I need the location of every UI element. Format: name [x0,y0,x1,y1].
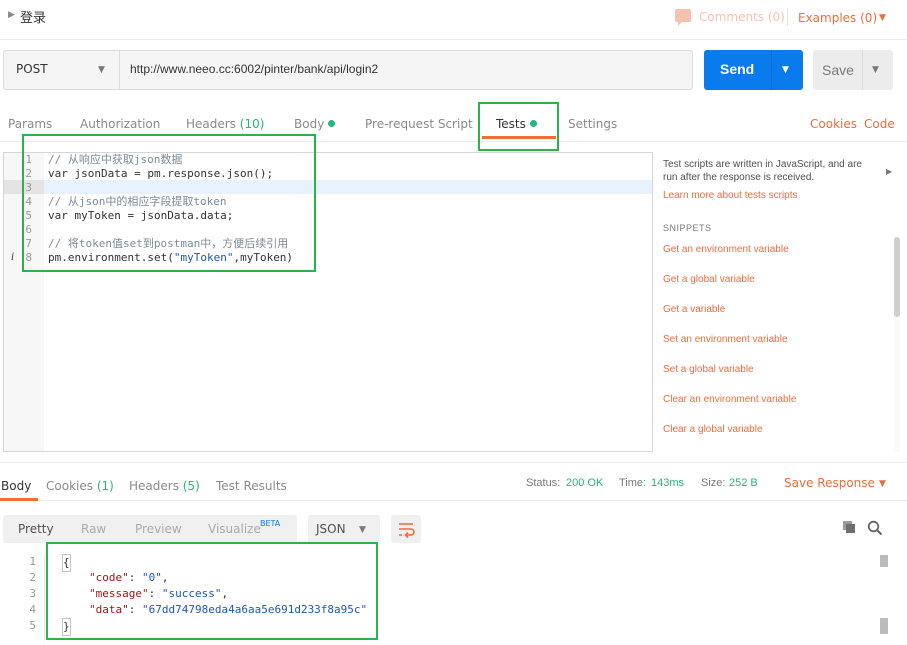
snippet-item[interactable]: Set an environment variable [663,334,788,345]
code-link[interactable]: Code [864,117,895,131]
annotation-box-response [46,542,378,640]
snippet-item[interactable]: Clear a global variable [663,424,763,435]
annotation-box-tests-tab [478,102,559,151]
view-pretty-button[interactable]: Pretty [18,522,54,536]
snippets-scrollbar-thumb[interactable] [894,237,900,317]
snippets-description: Test scripts are written in JavaScript, … [663,159,862,183]
save-button-divider [862,50,863,90]
save-options-icon[interactable]: ▼ [872,65,879,75]
learn-more-link[interactable]: Learn more about tests scripts [663,190,798,201]
tab-headers[interactable]: Headers (10) [186,117,264,131]
response-scrollbar-down[interactable] [880,618,888,634]
tab-body[interactable]: Body [294,117,324,131]
collapse-panel-icon[interactable]: ▶ [886,167,892,176]
snippet-item[interactable]: Get an environment variable [663,244,789,255]
header-divider [787,8,788,26]
method-value: POST [16,62,48,76]
tab-authorization[interactable]: Authorization [80,117,160,131]
chevron-down-icon: ▼ [98,65,105,75]
response-tab-body[interactable]: Body [1,479,31,493]
send-button-label: Send [720,61,755,77]
response-tabs-border [0,500,907,501]
chevron-down-icon[interactable]: ▼ [879,13,886,23]
search-icon[interactable] [867,520,883,536]
status-label: Status: [526,477,561,489]
send-options-icon[interactable]: ▼ [782,65,789,75]
snippets-heading: SNIPPETS [663,223,712,233]
tab-params[interactable]: Params [8,117,52,131]
send-button-divider [771,50,772,90]
status-value[interactable]: 200 OK [566,477,603,489]
beta-badge: BETA [260,519,281,528]
line-number: 4 [29,603,36,616]
save-button-label: Save [822,62,854,78]
view-visualize-button[interactable]: Visualize [208,522,261,536]
format-value: JSON [316,522,346,536]
time-label: Time: [619,477,647,489]
request-title[interactable]: 登录 [20,7,46,26]
body-indicator-dot [328,120,335,127]
copy-icon[interactable] [842,520,856,534]
examples-dropdown[interactable]: Examples (0) [798,11,877,25]
chevron-down-icon[interactable]: ▼ [879,479,886,489]
line-number: 3 [29,587,36,600]
url-value: http://www.neeo.cc:6002/pinter/bank/api/… [130,62,379,76]
line-number: 2 [29,571,36,584]
view-preview-button[interactable]: Preview [135,522,182,536]
response-divider [0,462,907,463]
snippet-item[interactable]: Set a global variable [663,364,754,375]
cookies-link[interactable]: Cookies [810,117,857,131]
collapse-caret-icon[interactable]: ▶ [8,10,15,20]
annotation-box-script [22,134,316,272]
response-tab-headers-label: Headers [129,479,179,493]
active-response-tab-underline [0,498,38,501]
chevron-down-icon: ▼ [359,525,366,535]
response-scrollbar-up[interactable] [880,555,888,567]
size-label: Size: [701,477,726,489]
tab-settings[interactable]: Settings [568,117,617,131]
response-tab-headers-count: (5) [182,479,200,493]
line-number: 5 [29,619,36,632]
tab-headers-count: (10) [239,117,265,131]
snippet-item[interactable]: Get a global variable [663,274,755,285]
size-value[interactable]: 252 B [729,477,758,489]
tab-prerequest-script[interactable]: Pre-request Script [365,117,473,131]
response-tab-headers[interactable]: Headers (5) [129,479,200,493]
line-number: 1 [29,555,36,568]
time-value[interactable]: 143ms [651,477,684,489]
comment-icon[interactable] [675,9,691,26]
tab-headers-label: Headers [186,117,236,131]
snippet-item[interactable]: Get a variable [663,304,725,315]
save-response-button[interactable]: Save Response [784,476,875,490]
wrap-lines-button[interactable] [391,515,421,543]
comments-link[interactable]: Comments (0) [699,10,785,24]
info-marker-icon[interactable]: i [11,252,14,263]
response-tab-test-results[interactable]: Test Results [216,479,287,493]
response-tab-cookies[interactable]: Cookies (1) [46,479,114,493]
snippet-item[interactable]: Clear an environment variable [663,394,796,405]
wrap-lines-icon [399,523,415,539]
view-raw-button[interactable]: Raw [81,522,106,536]
response-tab-cookies-count: (1) [96,479,114,493]
response-tab-cookies-label: Cookies [46,479,93,493]
